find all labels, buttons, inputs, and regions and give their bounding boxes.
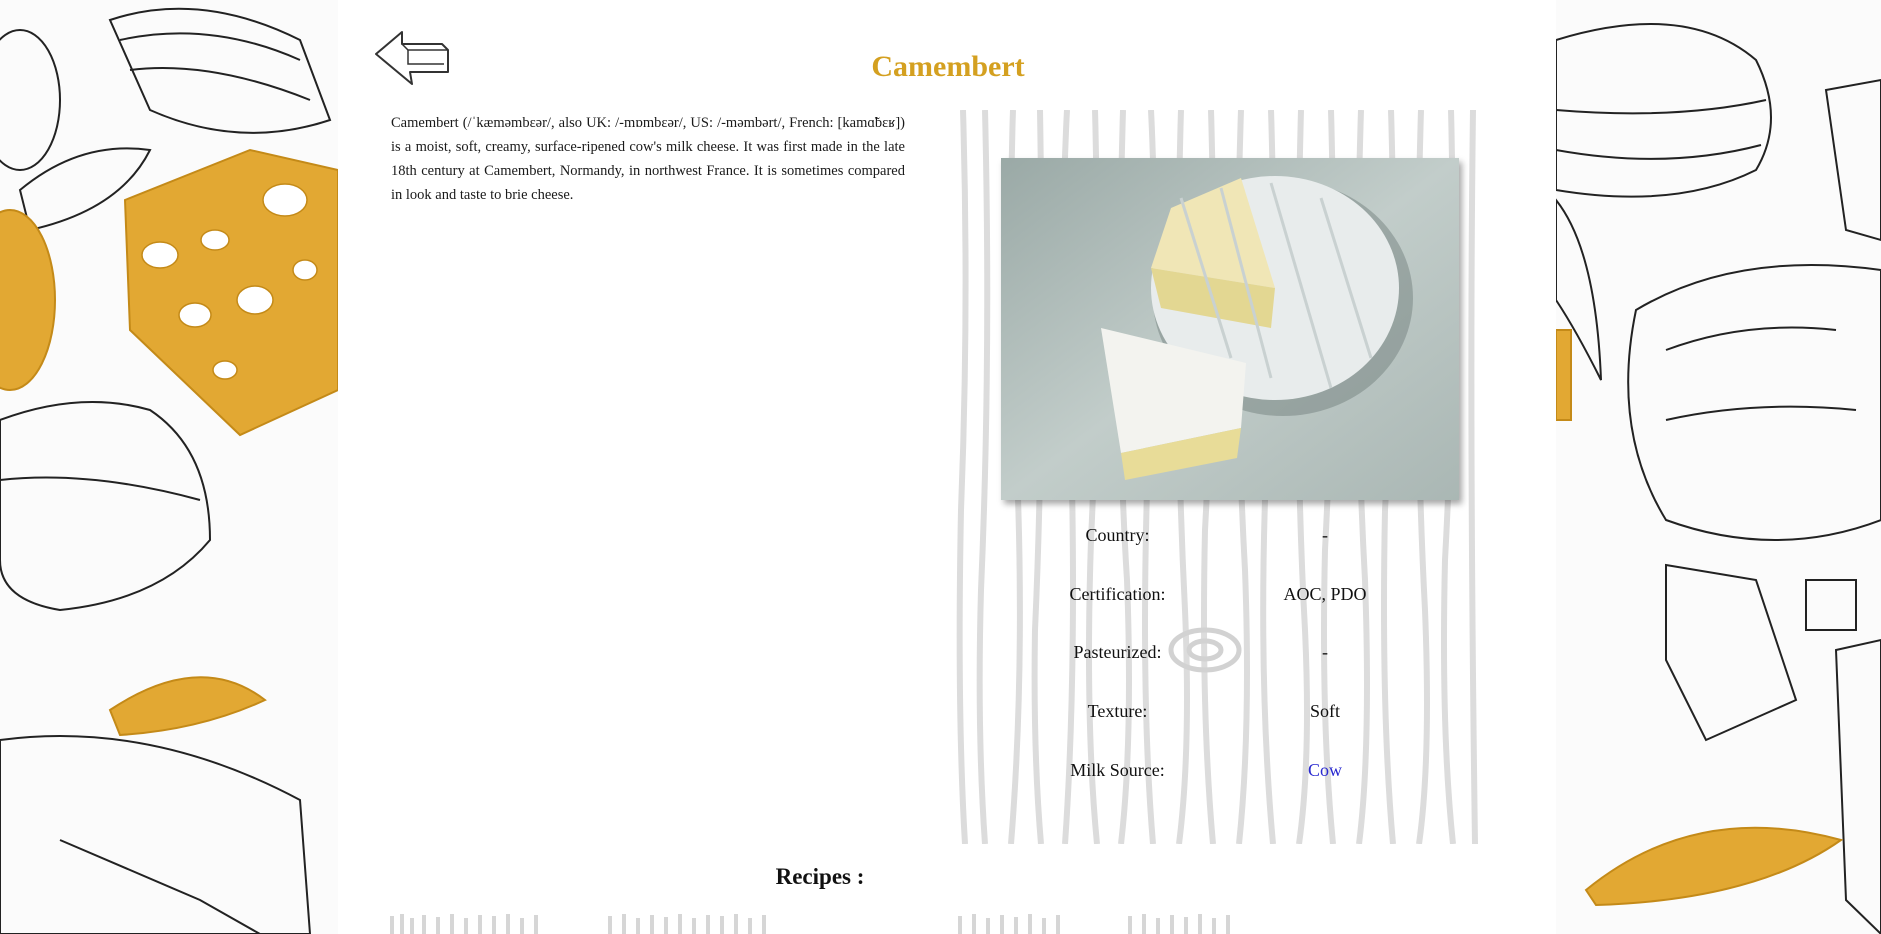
right-cheese-illustration: [1556, 0, 1881, 934]
left-cheese-illustration: [0, 0, 338, 934]
texture-label: Texture:: [1087, 701, 1148, 721]
info-row-certification: Certification: AOC, PDO: [955, 584, 1480, 614]
certification-label: Certification:: [1069, 584, 1166, 604]
info-row-texture: Texture: Soft: [955, 701, 1480, 731]
country-label: Country:: [1085, 525, 1150, 545]
pasteurized-value: -: [1322, 642, 1328, 662]
pasteurized-label: Pasteurized:: [1073, 642, 1162, 662]
recipes-heading: Recipes :: [775, 864, 865, 889]
cheese-info-card: Country: - Certification: AOC, PDO Paste…: [955, 110, 1480, 844]
page-title: Camembert: [871, 50, 1025, 83]
milk-source-link[interactable]: Cow: [1220, 760, 1430, 781]
info-row-country: Country: -: [955, 525, 1480, 555]
texture-value: Soft: [1309, 701, 1340, 721]
info-row-pasteurized: Pasteurized: -: [955, 642, 1480, 672]
info-row-milk-source: Milk Source: Cow: [955, 760, 1480, 790]
cheese-description: Camembert (/ˈkæməmbɛər/, also UK: /-mɒmb…: [391, 115, 905, 203]
recipes-cards-preview: [388, 912, 1248, 934]
camembert-photo: [1001, 158, 1459, 500]
certification-value: AOC, PDO: [1283, 584, 1367, 604]
milk-source-label: Milk Source:: [1070, 760, 1165, 780]
country-value: -: [1322, 525, 1328, 545]
